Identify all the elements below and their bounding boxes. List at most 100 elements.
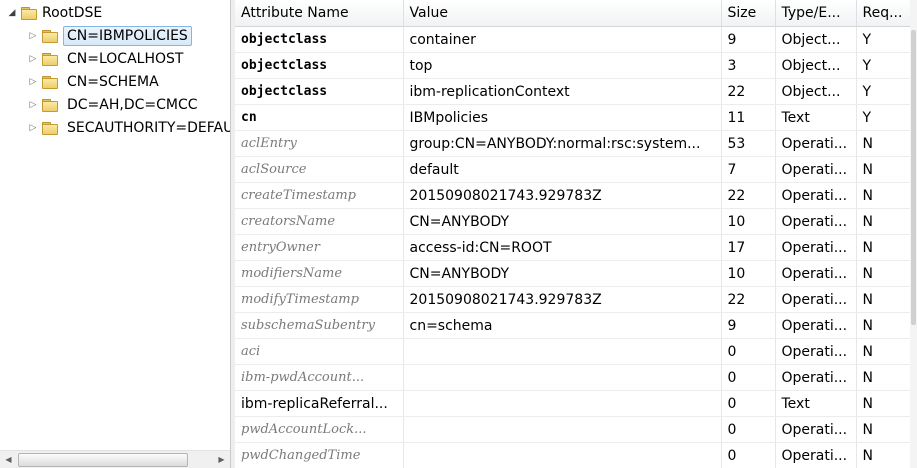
collapsed-triangle-icon[interactable]: ▷ (27, 77, 39, 87)
table-row[interactable]: subschemaSubentry cn=schema 9 Operati... N (235, 312, 911, 339)
table-row[interactable]: modifyTimestamp 20150908021743.929783Z 22 O… (235, 286, 911, 313)
collapsed-triangle-icon[interactable]: ▷ (27, 54, 39, 64)
column-header-size[interactable]: Size (721, 0, 776, 27)
size-cell: 22 (721, 182, 776, 209)
expanded-triangle-icon[interactable]: ◢ (6, 8, 18, 18)
value-cell[interactable] (403, 416, 722, 443)
value-cell[interactable]: 20150908021743.929783Z (403, 182, 722, 209)
size-cell: 53 (721, 130, 776, 157)
type-cell: Operati... (775, 130, 857, 157)
value-cell[interactable] (403, 338, 722, 365)
table-row[interactable]: objectclass ibm-replicationContext 22 Objec… (235, 78, 911, 105)
scroll-left-arrow-icon[interactable]: ◀ (0, 451, 17, 468)
tree-node[interactable]: ▷ CN=LOCALHOST (27, 48, 187, 69)
type-cell: Operati... (775, 260, 857, 287)
type-cell: Operati... (775, 364, 857, 391)
value-cell[interactable]: default (403, 156, 722, 183)
value-cell[interactable] (403, 364, 722, 391)
table-row[interactable]: creatorsName CN=ANYBODY 10 Operati... N (235, 208, 911, 235)
scrollbar-thumb[interactable] (911, 30, 916, 325)
table-row[interactable]: objectclass container 9 Object... Y (235, 26, 911, 53)
table-row[interactable]: modifiersName CN=ANYBODY 10 Operati... N (235, 260, 911, 287)
value-cell[interactable]: cn=schema (403, 312, 722, 339)
required-cell: N (856, 442, 911, 468)
collapsed-triangle-icon[interactable]: ▷ (27, 100, 39, 110)
attribute-name-cell: pwdAccountLock... (235, 416, 404, 443)
size-cell: 10 (721, 208, 776, 235)
value-cell[interactable] (403, 390, 722, 417)
type-cell: Operati... (775, 338, 857, 365)
collapsed-triangle-icon[interactable]: ▷ (27, 31, 39, 41)
folder-icon (42, 75, 58, 89)
folder-icon (42, 29, 58, 43)
table-row[interactable]: ibm-pwdAccount... 0 Operati... N (235, 364, 911, 391)
tree-root-node[interactable]: ◢ RootDSE (6, 3, 103, 23)
tree-node[interactable]: ▷ CN=IBMPOLICIES (27, 25, 192, 46)
table-row[interactable]: entryOwner access-id:CN=ROOT 17 Operati... N (235, 234, 911, 261)
table-row[interactable]: objectclass top 3 Object... Y (235, 52, 911, 79)
tree-node-label: CN=IBMPOLICIES (63, 25, 192, 46)
attribute-name-cell: aclEntry (235, 130, 404, 157)
value-cell[interactable]: 20150908021743.929783Z (403, 286, 722, 313)
column-header-type[interactable]: Type/E... (775, 0, 857, 27)
table-row[interactable]: cn IBMpolicies 11 Text Y (235, 104, 911, 131)
attribute-name-cell: modifyTimestamp (235, 286, 404, 313)
tree-node-label: SECAUTHORITY=DEFAULT (67, 119, 231, 136)
grid-header-row: Attribute Name Value Size Type/E... Req.… (235, 0, 911, 27)
value-cell[interactable]: CN=ANYBODY (403, 260, 722, 287)
tree-horizontal-scrollbar[interactable]: ◀ ▶ (0, 450, 230, 468)
table-row[interactable]: pwdAccountLock... 0 Operati... N (235, 416, 911, 443)
collapsed-triangle-icon[interactable]: ▷ (27, 123, 39, 133)
table-row[interactable]: aclEntry group:CN=ANYBODY:normal:rsc:syst… (235, 130, 911, 157)
folder-icon (42, 98, 58, 112)
value-cell[interactable]: ibm-replicationContext (403, 78, 722, 105)
value-cell[interactable]: top (403, 52, 722, 79)
size-cell: 22 (721, 286, 776, 313)
value-cell[interactable]: access-id:CN=ROOT (403, 234, 722, 261)
required-cell: N (856, 208, 911, 235)
value-cell[interactable]: group:CN=ANYBODY:normal:rsc:system... (403, 130, 722, 157)
value-cell[interactable]: CN=ANYBODY (403, 208, 722, 235)
value-cell[interactable] (403, 442, 722, 468)
table-row[interactable]: createTimestamp 20150908021743.929783Z 22 O… (235, 182, 911, 209)
scrollbar-thumb[interactable] (18, 453, 188, 467)
folder-icon (42, 52, 58, 66)
size-cell: 9 (721, 26, 776, 53)
attribute-name-cell: ibm-replicaReferral... (235, 390, 404, 417)
table-row[interactable]: ibm-replicaReferral... 0 Text N (235, 390, 911, 417)
tree-root-label: RootDSE (42, 5, 103, 21)
column-header-required[interactable]: Req... (856, 0, 911, 27)
grid-vertical-scrollbar[interactable] (910, 0, 917, 468)
required-cell: N (856, 182, 911, 209)
value-cell[interactable]: container (403, 26, 722, 53)
tree-node[interactable]: ▷ CN=SCHEMA (27, 71, 163, 92)
column-header-attribute-name[interactable]: Attribute Name (235, 0, 404, 27)
attribute-name-cell: ibm-pwdAccount... (235, 364, 404, 391)
tree-node[interactable]: ▷ SECAUTHORITY=DEFAULT (27, 117, 231, 138)
attribute-name-cell: aci (235, 338, 404, 365)
type-cell: Object... (775, 26, 857, 53)
size-cell: 9 (721, 312, 776, 339)
type-cell: Operati... (775, 416, 857, 443)
required-cell: Y (856, 52, 911, 79)
required-cell: N (856, 416, 911, 443)
size-cell: 17 (721, 234, 776, 261)
scroll-right-arrow-icon[interactable]: ▶ (213, 451, 230, 468)
table-row[interactable]: aci 0 Operati... N (235, 338, 911, 365)
column-header-value[interactable]: Value (403, 0, 722, 27)
table-row[interactable]: aclSource default 7 Operati... N (235, 156, 911, 183)
size-cell: 22 (721, 78, 776, 105)
value-cell[interactable]: IBMpolicies (403, 104, 722, 131)
required-cell: N (856, 260, 911, 287)
required-cell: N (856, 312, 911, 339)
size-cell: 7 (721, 156, 776, 183)
attribute-name-cell: entryOwner (235, 234, 404, 261)
folder-icon (21, 7, 37, 20)
type-cell: Text (775, 390, 857, 417)
tree-node[interactable]: ▷ DC=AH,DC=CMCC (27, 94, 202, 115)
required-cell: Y (856, 104, 911, 131)
required-cell: N (856, 364, 911, 391)
size-cell: 0 (721, 338, 776, 365)
type-cell: Operati... (775, 312, 857, 339)
table-row[interactable]: pwdChangedTime 0 Operati... N (235, 442, 911, 468)
